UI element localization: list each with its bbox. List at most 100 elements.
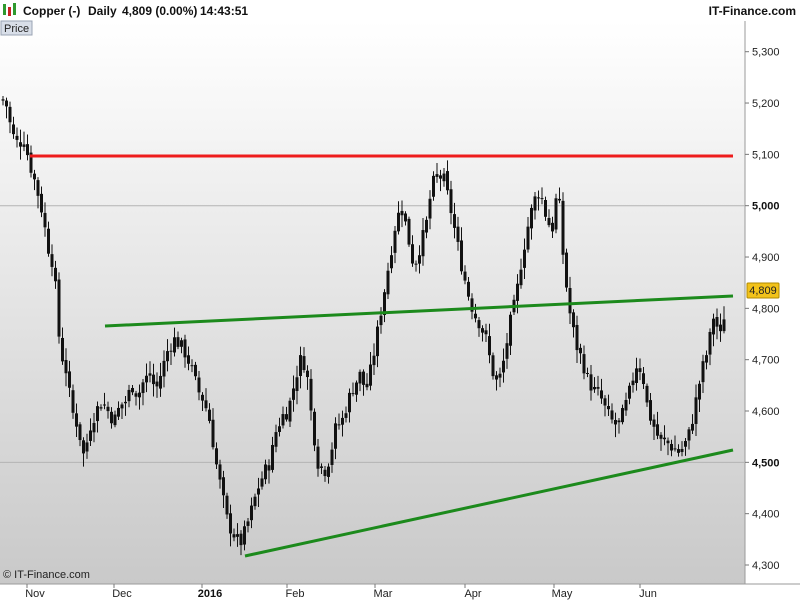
candle-body [348, 392, 351, 413]
candle-body [264, 464, 267, 480]
instrument-name: Copper (-) [23, 4, 80, 18]
copyright-text: © IT-Finance.com [3, 569, 90, 581]
x-tick-label: Nov [25, 588, 45, 600]
candle-body [131, 387, 134, 393]
candle-body [547, 217, 551, 226]
candle-body [712, 318, 715, 335]
candle-body [607, 405, 610, 410]
candle-body [463, 271, 467, 281]
candle-body [124, 401, 127, 404]
candle-body [418, 255, 421, 264]
candle-body [246, 521, 250, 526]
x-tick-label: Jun [639, 588, 657, 600]
candle-body [579, 347, 582, 354]
candle-body [148, 373, 152, 376]
candle-body [334, 423, 337, 449]
candle-body [68, 371, 71, 388]
candle-body [687, 429, 691, 441]
candle-body [537, 197, 540, 199]
candle-body [194, 364, 197, 377]
header-bar [0, 0, 800, 21]
candle-body [5, 100, 8, 107]
candle-body [708, 331, 712, 355]
candle-body [141, 382, 145, 394]
candle-body [400, 210, 404, 216]
candle-body [614, 419, 617, 425]
candle-body [425, 219, 428, 233]
candle-body [421, 230, 425, 257]
candle-body [568, 287, 572, 314]
candle-body [351, 393, 355, 395]
candle-body [75, 413, 78, 427]
candle-body [498, 373, 502, 378]
candle-body [432, 175, 435, 197]
candle-body [106, 406, 110, 412]
candle-body [495, 375, 498, 380]
y-tick-label: 5,200 [752, 98, 780, 110]
candle-body [92, 422, 96, 433]
candle-body [645, 385, 649, 403]
candle-body [47, 228, 50, 254]
candle-body [285, 414, 288, 420]
candle-body [127, 389, 131, 402]
candle-body [390, 255, 393, 269]
candle-body [134, 393, 138, 397]
candle-body [313, 411, 316, 446]
candle-body [582, 354, 586, 374]
candle-body [271, 444, 274, 470]
candle-body [232, 534, 236, 538]
y-tick-label: 4,700 [752, 355, 780, 367]
candle-body [173, 337, 176, 353]
candle-body [481, 328, 484, 333]
candle-body [516, 283, 519, 301]
candle-body [337, 424, 341, 426]
candle-body [596, 386, 600, 389]
x-axis: Nov Dec 2016 Feb Mar Apr May Jun [25, 584, 657, 600]
candle-body [561, 200, 565, 255]
candle-body [617, 420, 621, 423]
candle-body [204, 400, 208, 409]
candle-body [57, 279, 61, 337]
candle-body [631, 380, 635, 386]
y-tick-label: 4,900 [752, 252, 780, 264]
candle-body [523, 249, 526, 268]
candle-body [187, 355, 190, 364]
quote-time: 14:43:51 [200, 4, 248, 18]
candle-body [201, 394, 204, 401]
candle-body [33, 173, 36, 180]
candle-body [327, 466, 330, 477]
y-tick-label: 5,300 [752, 47, 780, 59]
y-tick-label: 4,400 [752, 509, 780, 521]
last-price-tag: 4,809 [746, 282, 780, 299]
candle-body [442, 173, 446, 182]
candle-body [673, 448, 677, 450]
candle-body [691, 423, 694, 431]
candle-body [155, 381, 159, 387]
x-tick-label: May [552, 588, 573, 600]
candle-body [575, 324, 579, 351]
candle-body [467, 281, 470, 297]
candle-body [50, 254, 54, 267]
candle-body [565, 252, 568, 288]
candle-body [162, 360, 166, 377]
candle-body [85, 442, 89, 452]
candle-body [253, 496, 257, 507]
candle-body [519, 269, 523, 286]
candle-body [208, 409, 211, 421]
price-chart[interactable]: Copper (-) Daily 4,809 (0.00%) 14:43:51 … [0, 0, 800, 600]
candle-body [43, 212, 47, 228]
y-tick-label: 4,300 [752, 560, 780, 572]
candle-body [652, 419, 656, 427]
candle-body [488, 336, 491, 356]
candle-body [505, 343, 509, 359]
candle-body [603, 398, 607, 406]
candle-body [705, 355, 708, 363]
candle-body [64, 359, 68, 374]
candle-body [586, 372, 589, 374]
candle-body [446, 171, 449, 191]
candle-body [376, 326, 379, 357]
candle-body [215, 448, 218, 465]
candle-body [600, 390, 603, 399]
candle-body [677, 449, 680, 453]
candle-body [407, 218, 411, 245]
